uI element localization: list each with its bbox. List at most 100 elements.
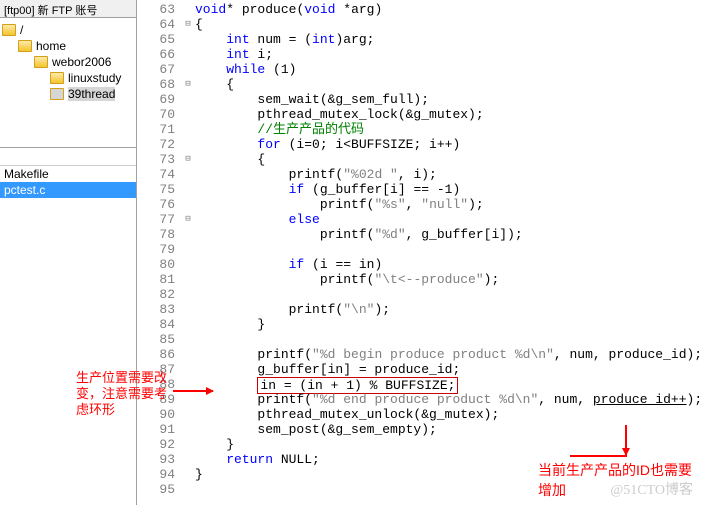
code-line[interactable]: g_buffer[in] = produce_id; — [195, 362, 703, 377]
code-line[interactable]: void* produce(void *arg) — [195, 2, 703, 17]
fold-marker — [181, 227, 195, 242]
code-area[interactable]: void* produce(void *arg){ int num = (int… — [195, 0, 703, 505]
fold-marker — [181, 242, 195, 257]
code-line[interactable]: while (1) — [195, 62, 703, 77]
fold-marker — [181, 47, 195, 62]
code-line[interactable]: return NULL; — [195, 452, 703, 467]
fold-marker — [181, 437, 195, 452]
code-line[interactable]: } — [195, 437, 703, 452]
fold-marker — [181, 467, 195, 482]
code-line[interactable]: int num = (int)arg; — [195, 32, 703, 47]
code-line[interactable]: printf("\n"); — [195, 302, 703, 317]
line-number: 81 — [137, 272, 175, 287]
fold-marker — [181, 137, 195, 152]
folder-icon — [50, 88, 64, 100]
code-line[interactable]: } — [195, 317, 703, 332]
fold-marker — [181, 362, 195, 377]
tree-item[interactable]: 39thread — [2, 86, 134, 102]
file-item[interactable]: Makefile — [0, 166, 136, 182]
code-line[interactable]: if (g_buffer[i] == -1) — [195, 182, 703, 197]
code-line[interactable]: printf("%02d ", i); — [195, 167, 703, 182]
line-number: 95 — [137, 482, 175, 497]
tree-item-label: webor2006 — [52, 55, 111, 69]
code-line[interactable] — [195, 332, 703, 347]
line-number: 92 — [137, 437, 175, 452]
line-number: 84 — [137, 317, 175, 332]
fold-marker — [181, 452, 195, 467]
line-number: 78 — [137, 227, 175, 242]
code-line[interactable]: pthread_mutex_lock(&g_mutex); — [195, 107, 703, 122]
tree-item[interactable]: home — [2, 38, 134, 54]
line-number: 93 — [137, 452, 175, 467]
file-list-header — [0, 150, 136, 166]
line-number: 80 — [137, 257, 175, 272]
line-number: 66 — [137, 47, 175, 62]
line-number-gutter: 6364656667686970717273747576777879808182… — [137, 0, 181, 505]
tree-item[interactable]: linuxstudy — [2, 70, 134, 86]
tree-item[interactable]: webor2006 — [2, 54, 134, 70]
fold-marker — [181, 347, 195, 362]
fold-marker — [181, 122, 195, 137]
code-line[interactable]: //生产产品的代码 — [195, 122, 703, 137]
fold-marker — [181, 197, 195, 212]
fold-marker[interactable]: ⊟ — [181, 17, 195, 32]
folder-icon — [18, 40, 32, 52]
file-list: Makefilepctest.c — [0, 148, 136, 505]
line-number: 75 — [137, 182, 175, 197]
fold-marker — [181, 2, 195, 17]
code-line[interactable]: for (i=0; i<BUFFSIZE; i++) — [195, 137, 703, 152]
code-editor[interactable]: 6364656667686970717273747576777879808182… — [137, 0, 703, 505]
line-number: 86 — [137, 347, 175, 362]
code-line[interactable] — [195, 287, 703, 302]
code-line[interactable] — [195, 482, 703, 497]
fold-marker[interactable]: ⊟ — [181, 212, 195, 227]
line-number: 87 — [137, 362, 175, 377]
fold-column[interactable]: ⊟ ⊟ ⊟ ⊟ — [181, 0, 195, 505]
fold-marker — [181, 422, 195, 437]
fold-marker — [181, 167, 195, 182]
line-number: 79 — [137, 242, 175, 257]
code-line[interactable]: { — [195, 152, 703, 167]
code-line[interactable]: } — [195, 467, 703, 482]
code-line[interactable]: { — [195, 77, 703, 92]
line-number: 90 — [137, 407, 175, 422]
fold-marker — [181, 407, 195, 422]
code-line[interactable]: sem_post(&g_sem_empty); — [195, 422, 703, 437]
tree-item-label: linuxstudy — [68, 71, 121, 85]
line-number: 65 — [137, 32, 175, 47]
code-line[interactable]: printf("%d end produce product %d\n", nu… — [195, 392, 703, 407]
code-line[interactable]: printf("%d begin produce product %d\n", … — [195, 347, 703, 362]
fold-marker — [181, 287, 195, 302]
code-line[interactable]: in = (in + 1) % BUFFSIZE; — [195, 377, 703, 392]
line-number: 91 — [137, 422, 175, 437]
code-line[interactable]: int i; — [195, 47, 703, 62]
folder-icon — [50, 72, 64, 84]
file-item[interactable]: pctest.c — [0, 182, 136, 198]
code-line[interactable]: sem_wait(&g_sem_full); — [195, 92, 703, 107]
tree-item-label: 39thread — [68, 87, 115, 101]
code-line[interactable]: else — [195, 212, 703, 227]
fold-marker[interactable]: ⊟ — [181, 77, 195, 92]
code-line[interactable]: printf("\t<--produce"); — [195, 272, 703, 287]
tree-item[interactable]: / — [2, 22, 134, 38]
code-line[interactable]: { — [195, 17, 703, 32]
line-number: 71 — [137, 122, 175, 137]
fold-marker — [181, 392, 195, 407]
line-number: 85 — [137, 332, 175, 347]
code-line[interactable]: printf("%s", "null"); — [195, 197, 703, 212]
line-number: 67 — [137, 62, 175, 77]
fold-marker — [181, 182, 195, 197]
line-number: 77 — [137, 212, 175, 227]
line-number: 94 — [137, 467, 175, 482]
code-line[interactable]: if (i == in) — [195, 257, 703, 272]
code-line[interactable]: printf("%d", g_buffer[i]); — [195, 227, 703, 242]
line-number: 63 — [137, 2, 175, 17]
code-line[interactable] — [195, 242, 703, 257]
code-line[interactable]: pthread_mutex_unlock(&g_mutex); — [195, 407, 703, 422]
ftp-tab-title[interactable]: [ftp00] 新 FTP 账号 — [0, 0, 136, 18]
folder-icon — [34, 56, 48, 68]
fold-marker[interactable]: ⊟ — [181, 152, 195, 167]
line-number: 74 — [137, 167, 175, 182]
fold-marker — [181, 107, 195, 122]
fold-marker — [181, 32, 195, 47]
